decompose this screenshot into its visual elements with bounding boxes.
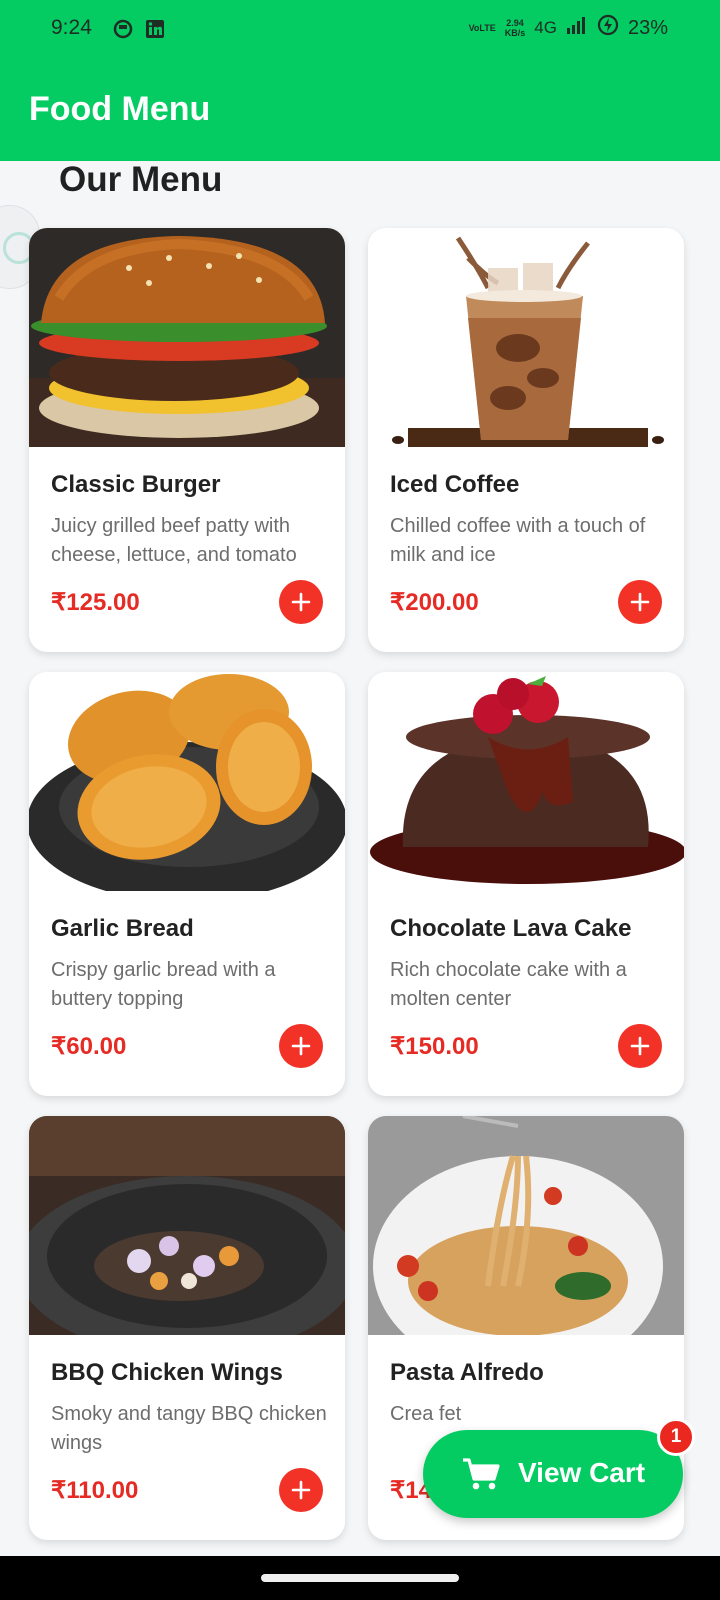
- lava-cake-image: [368, 672, 684, 891]
- item-description-line-1: Crea fet: [390, 1403, 462, 1425]
- battery-charging-icon: [597, 14, 619, 42]
- item-description: Crispy garlic bread with a buttery toppi…: [51, 959, 276, 1010]
- network-speed: 2.94 KB/s: [505, 18, 526, 38]
- net-type-label: VoLTE: [468, 23, 496, 33]
- plus-icon: [291, 1036, 311, 1056]
- item-price: ₹60.00: [51, 1033, 127, 1060]
- system-navigation-bar: [0, 1556, 720, 1600]
- garlic-bread-image: [29, 672, 345, 891]
- item-description: Chilled coffee with a touch of milk and …: [390, 515, 646, 566]
- menu-item-card[interactable]: Garlic Bread Crispy garlic bread with a …: [29, 672, 345, 1096]
- home-gesture-handle[interactable]: [261, 1574, 459, 1582]
- view-cart-label: View Cart: [518, 1457, 646, 1488]
- item-name: Chocolate Lava Cake: [390, 915, 632, 942]
- item-description: Smoky and tangy BBQ chicken wings: [51, 1403, 327, 1454]
- burger-image: [29, 228, 345, 447]
- battery-percent: 23%: [627, 16, 668, 39]
- item-price: ₹150.00: [390, 1033, 479, 1060]
- item-name: Iced Coffee: [390, 471, 520, 498]
- menu-item-card[interactable]: Classic Burger Juicy grilled beef patty …: [29, 228, 345, 652]
- view-cart-button[interactable]: View Cart: [423, 1430, 683, 1518]
- item-name: Classic Burger: [51, 471, 221, 498]
- iced-coffee-image: [368, 228, 684, 447]
- add-to-cart-button[interactable]: [279, 1468, 323, 1512]
- item-price: ₹200.00: [390, 589, 479, 616]
- item-description: Juicy grilled beef patty with cheese, le…: [51, 515, 297, 566]
- section-title: Our Menu: [59, 160, 223, 199]
- plus-icon: [630, 592, 650, 612]
- menu-item-card[interactable]: Iced Coffee Chilled coffee with a touch …: [368, 228, 684, 652]
- volte-icon: VoLTE: [469, 23, 496, 33]
- item-price: ₹110.00: [51, 1477, 139, 1504]
- status-right-group: VoLTE 2.94 KB/s 4G 23%: [469, 14, 668, 42]
- pasta-image: [368, 1116, 684, 1335]
- app-title: Food Menu: [29, 90, 211, 128]
- cart-count-badge: 1: [657, 1418, 695, 1456]
- plus-icon: [291, 1480, 311, 1500]
- menu-item-card[interactable]: Chocolate Lava Cake Rich chocolate cake …: [368, 672, 684, 1096]
- notification-circle-icon: [113, 19, 133, 39]
- add-to-cart-button[interactable]: [618, 580, 662, 624]
- item-name: Garlic Bread: [51, 915, 194, 942]
- status-bar: 9:24 VoLTE 2.94 KB/s 4G 23%: [0, 0, 720, 60]
- add-to-cart-button[interactable]: [279, 1024, 323, 1068]
- shopping-cart-icon: [463, 1458, 500, 1490]
- status-time: 9:24: [51, 16, 92, 39]
- network-speed-value: 2.94: [506, 18, 524, 28]
- item-description: Crea fet: [390, 1400, 672, 1429]
- plus-icon: [630, 1036, 650, 1056]
- menu-item-card[interactable]: BBQ Chicken Wings Smoky and tangy BBQ ch…: [29, 1116, 345, 1540]
- chicken-wings-image: [29, 1116, 345, 1335]
- network-type: 4G: [534, 18, 557, 37]
- signal-icon: [566, 15, 588, 41]
- item-price: ₹125.00: [51, 589, 140, 616]
- plus-icon: [291, 592, 311, 612]
- app-bar: Food Menu: [0, 60, 720, 161]
- item-description: Rich chocolate cake with a molten center: [390, 959, 627, 1010]
- add-to-cart-button[interactable]: [279, 580, 323, 624]
- item-name: Pasta Alfredo: [390, 1359, 544, 1386]
- add-to-cart-button[interactable]: [618, 1024, 662, 1068]
- network-speed-unit: KB/s: [504, 28, 526, 38]
- linkedin-icon: [145, 19, 165, 39]
- item-name: BBQ Chicken Wings: [51, 1359, 283, 1386]
